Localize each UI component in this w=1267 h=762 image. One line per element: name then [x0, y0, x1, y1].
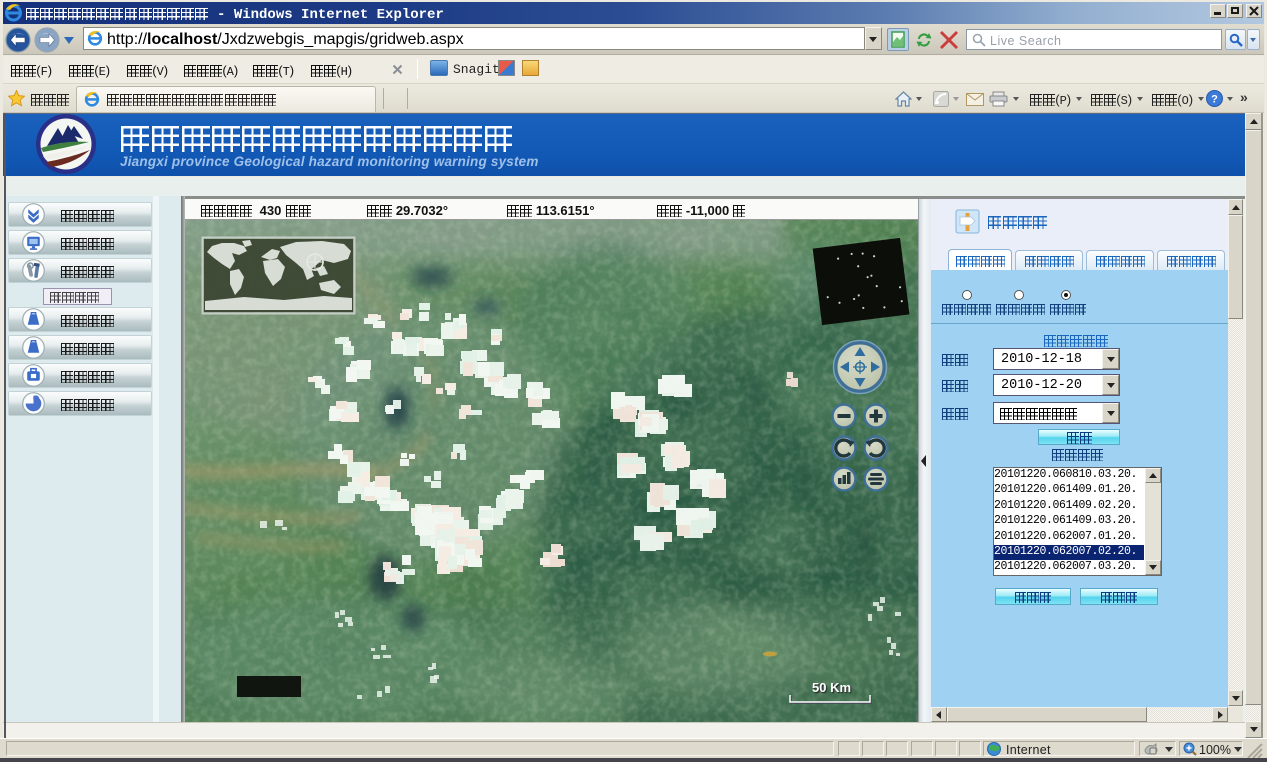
svg-text:?: ? [1211, 94, 1218, 106]
